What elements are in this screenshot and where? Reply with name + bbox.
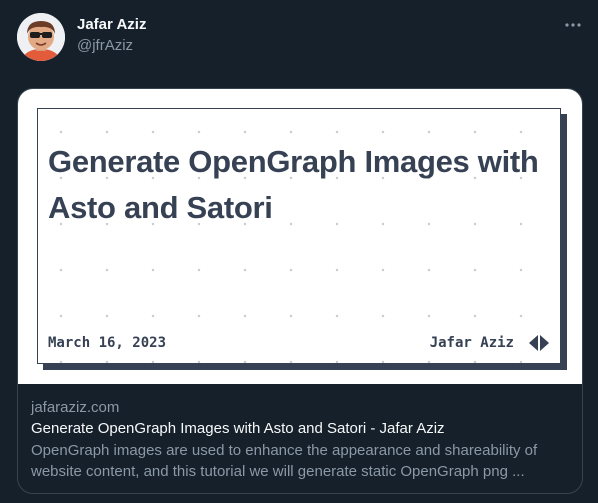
avatar[interactable] [17, 13, 65, 61]
avatar-illustration [17, 13, 65, 61]
link-title: Generate OpenGraph Images with Asto and … [31, 420, 445, 437]
og-frame: Generate OpenGraph Images with Asto and … [37, 108, 561, 364]
link-preview-card[interactable]: Generate OpenGraph Images with Asto and … [17, 88, 583, 494]
more-horizontal-icon [565, 23, 581, 27]
link-domain: jafaraziz.com [31, 399, 120, 416]
link-meta[interactable]: jafaraziz.com Generate OpenGraph Images … [31, 398, 571, 482]
og-image-title: Generate OpenGraph Images with Asto and … [48, 144, 539, 225]
og-image[interactable]: Generate OpenGraph Images with Asto and … [18, 89, 582, 384]
og-image-date: March 16, 2023 [48, 335, 167, 351]
author-name[interactable]: Jafar Aziz [77, 16, 146, 34]
more-options-button[interactable] [563, 16, 583, 34]
og-image-author: Jafar Aziz [429, 335, 514, 351]
site-logo-icon [529, 335, 549, 351]
link-description: OpenGraph images are used to enhance the… [31, 442, 538, 480]
author-handle[interactable]: @jfrAziz [77, 37, 133, 55]
